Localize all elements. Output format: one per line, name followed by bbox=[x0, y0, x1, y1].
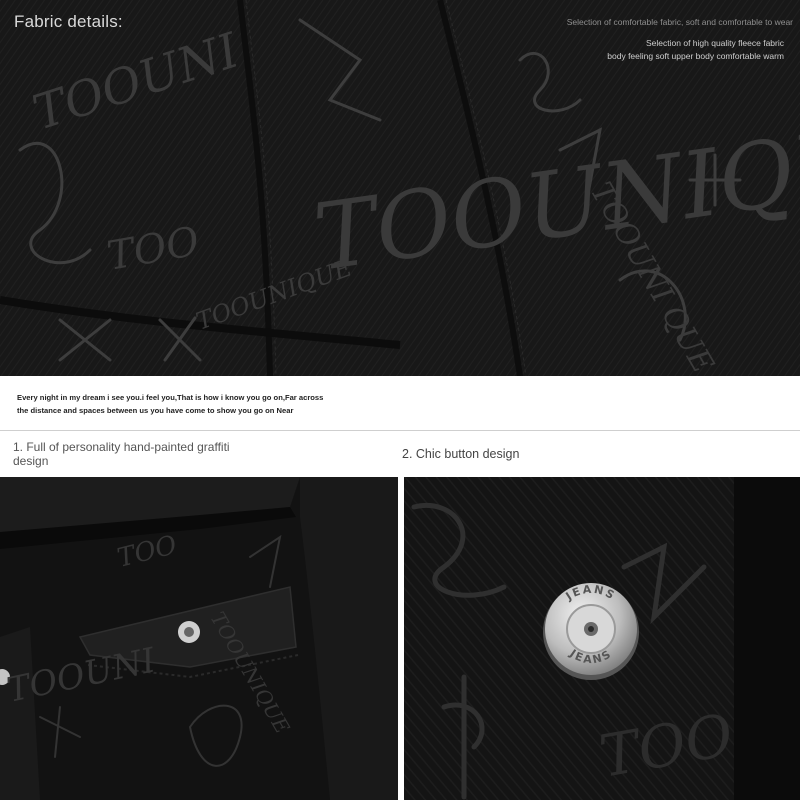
graffiti-design-caption: 1. Full of personality hand-painted graf… bbox=[13, 440, 230, 468]
jacket-graphic: TOOUNI TOO TOOUNIQUE bbox=[0, 477, 398, 800]
fabric-description-line: Selection of high quality fleece fabric bbox=[646, 38, 784, 48]
fabric-description-line: Selection of comfortable fabric, soft an… bbox=[566, 17, 793, 27]
fabric-detail-photo: TOOUNIQUE TOOUNI TOO TOOUNI QUE TOOUNIQU… bbox=[0, 0, 800, 376]
button-design-caption: 2. Chic button design bbox=[402, 447, 520, 461]
quote-line: Every night in my dream i see you.i feel… bbox=[17, 393, 324, 402]
quote-band bbox=[0, 376, 800, 430]
quote-line: the distance and spaces between us you h… bbox=[17, 406, 294, 415]
fabric-description-line: body feeling soft upper body comfortable… bbox=[607, 51, 784, 61]
fabric-details-title: Fabric details: bbox=[14, 12, 123, 31]
jacket-graffiti-photo: TOOUNI TOO TOOUNIQUE bbox=[0, 477, 398, 800]
section-divider bbox=[0, 430, 800, 431]
button-closeup-photo: TOO JEANS JEANS bbox=[404, 477, 800, 800]
button-closeup-graphic: TOO JEANS JEANS bbox=[404, 477, 800, 800]
